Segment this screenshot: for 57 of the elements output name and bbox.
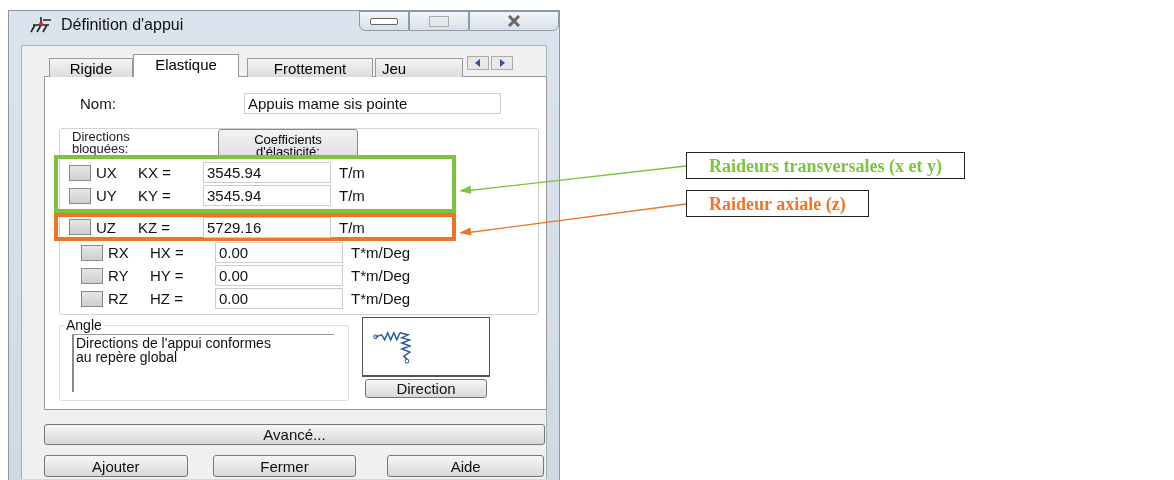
dof-label: UX <box>96 164 118 181</box>
checkbox[interactable] <box>69 187 91 204</box>
coefficient-label: HZ = <box>150 290 184 307</box>
coefficient-label: KX = <box>138 164 172 181</box>
action-button[interactable]: Aide <box>387 455 544 477</box>
unit-label: T/m <box>339 218 365 236</box>
callout-label: Raideur axiale (z) <box>686 190 869 217</box>
window-title: Définition d'appui <box>61 16 184 34</box>
tab[interactable]: Jeu <box>375 58 463 77</box>
checkbox[interactable] <box>81 290 103 307</box>
angle-text: Directions de l'appui conformes au repère global <box>72 334 334 392</box>
advanced-button[interactable]: Avancé... <box>44 424 545 445</box>
stiffness-field[interactable]: 3545.94 <box>203 185 331 206</box>
unit-label: T/m <box>339 164 365 181</box>
scroll-right-button[interactable] <box>491 56 513 70</box>
coefficient-label: KY = <box>138 187 172 204</box>
minimize-button[interactable] <box>359 11 409 31</box>
unit-label: T*m/Deg <box>351 244 411 261</box>
dof-label: RY <box>108 267 130 284</box>
spring-icon <box>373 329 411 364</box>
coefficient-label: KZ = <box>138 218 172 236</box>
dof-label: RZ <box>108 290 129 307</box>
dof-label: RX <box>108 244 130 261</box>
name-field[interactable]: Appuis mame sis pointe <box>244 92 501 114</box>
tab[interactable]: Elastique <box>133 54 239 77</box>
unit-label: T*m/Deg <box>351 290 411 307</box>
dof-label: UZ <box>96 218 117 236</box>
coefficient-label: HY = <box>150 267 185 284</box>
checkbox[interactable] <box>69 164 91 181</box>
checkbox[interactable] <box>81 244 103 261</box>
stiffness-field[interactable]: 0.00 <box>215 288 343 309</box>
stiffness-field[interactable]: 0.00 <box>215 265 343 286</box>
checkbox[interactable] <box>81 267 103 284</box>
tab[interactable]: Frottement <box>247 58 373 77</box>
tab[interactable]: Rigide <box>49 58 133 77</box>
stiffness-field[interactable]: 0.00 <box>215 242 343 263</box>
unit-label: T/m <box>339 187 365 204</box>
direction-button[interactable]: Direction <box>365 379 487 398</box>
action-button[interactable]: Ajouter <box>44 455 188 477</box>
maximize-button[interactable] <box>409 11 469 31</box>
stiffness-field[interactable]: 5729.16 <box>203 216 331 238</box>
close-button[interactable] <box>469 11 559 31</box>
angle-legend: Angle <box>64 317 104 333</box>
stiffness-field[interactable]: 3545.94 <box>203 162 331 183</box>
callout-label: Raideurs transversales (x et y) <box>686 152 965 179</box>
right-arrow-icon <box>499 59 505 67</box>
directions-label: Directions bloquées: <box>72 129 131 155</box>
left-arrow-icon <box>475 59 481 67</box>
support-icon <box>29 16 53 34</box>
coefficient-label: HX = <box>150 244 185 261</box>
checkbox[interactable] <box>69 219 91 235</box>
scroll-left-button[interactable] <box>467 56 489 70</box>
action-button[interactable]: Fermer <box>212 455 357 477</box>
close-icon <box>508 15 520 27</box>
name-label: Nom: <box>79 94 117 112</box>
unit-label: T*m/Deg <box>351 267 411 284</box>
dof-label: UY <box>96 187 118 204</box>
